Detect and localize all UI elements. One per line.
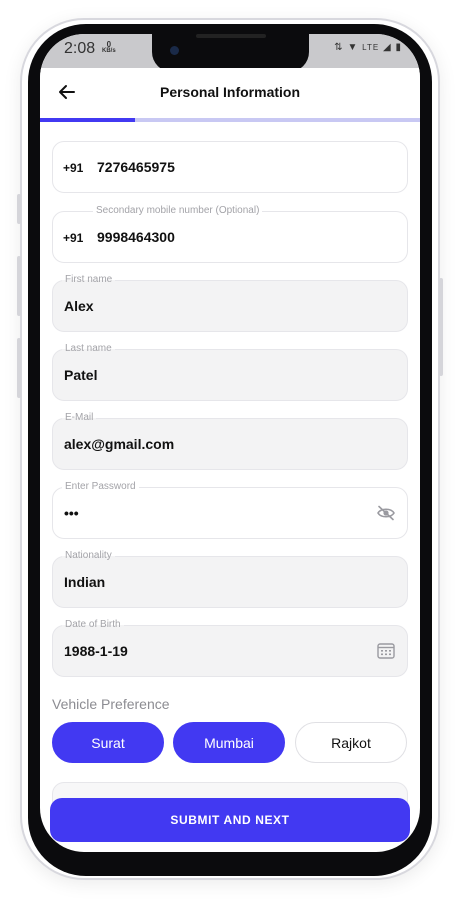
vehicle-option-rajkot[interactable]: Rajkot — [295, 722, 407, 763]
data-arrows-icon: ⇅ — [334, 42, 344, 53]
step-progress-bar — [40, 118, 420, 122]
phone-notch — [152, 34, 309, 72]
volume-down-button — [17, 338, 21, 398]
network-type: LTE — [362, 43, 380, 52]
wifi-icon: ▼ — [347, 42, 359, 53]
last-name-value: Patel — [64, 367, 98, 383]
nationality-label: Nationality — [62, 550, 115, 562]
power-button — [439, 278, 443, 376]
password-value: ••• — [64, 505, 79, 521]
app-screen: 2:08 0 KB/s ⇅ ▼ LTE ◢ ▮ Personal Informa… — [40, 34, 420, 852]
last-name-field[interactable]: Last name Patel — [52, 343, 408, 401]
vehicle-option-mumbai[interactable]: Mumbai — [173, 722, 285, 763]
mute-switch — [17, 194, 21, 224]
password-field[interactable]: Enter Password ••• — [52, 481, 408, 539]
status-icons: ⇅ ▼ LTE ◢ ▮ — [334, 42, 402, 53]
vehicle-preference-title: Vehicle Preference — [52, 696, 170, 712]
signal-icon: ◢ — [383, 42, 392, 53]
secondary-mobile-value: 9998464300 — [97, 229, 175, 245]
secondary-mobile-label: Secondary mobile number (Optional) — [93, 205, 263, 217]
network-speed-unit: KB/s — [102, 48, 116, 54]
earpiece-speaker — [196, 34, 266, 38]
volume-up-button — [17, 256, 21, 316]
network-speed: 0 KB/s — [102, 41, 116, 55]
first-name-value: Alex — [64, 298, 94, 314]
network-speed-value: 0 — [106, 40, 112, 49]
nationality-value: Indian — [64, 574, 106, 590]
vehicle-option-surat[interactable]: Surat — [52, 722, 164, 763]
battery-icon: ▮ — [395, 42, 402, 53]
first-name-label: First name — [62, 274, 116, 286]
secondary-mobile-field[interactable]: Secondary mobile number (Optional) +91 9… — [52, 205, 408, 263]
front-camera — [170, 46, 179, 55]
calendar-icon[interactable] — [377, 642, 395, 659]
email-value: alex@gmail.com — [64, 436, 175, 452]
primary-mobile-field[interactable]: +91 7276465975 — [52, 141, 408, 193]
country-code: +91 — [63, 231, 84, 245]
email-label: E-Mail — [62, 412, 97, 424]
password-label: Enter Password — [62, 481, 139, 493]
first-name-field[interactable]: First name Alex — [52, 274, 408, 332]
dob-field[interactable]: Date of Birth 1988-1-19 — [52, 619, 408, 677]
email-field[interactable]: E-Mail alex@gmail.com — [52, 412, 408, 470]
last-name-label: Last name — [62, 343, 115, 355]
country-code: +91 — [63, 161, 84, 175]
dob-value: 1988-1-19 — [64, 643, 128, 659]
status-time: 2:08 — [64, 40, 96, 57]
page-title: Personal Information — [159, 84, 301, 100]
step-progress-fill — [40, 118, 135, 122]
submit-and-next-button[interactable]: SUBMIT AND NEXT — [50, 798, 410, 842]
app-header: Personal Information — [40, 68, 420, 120]
nationality-field[interactable]: Nationality Indian — [52, 550, 408, 608]
primary-mobile-value: 7276465975 — [97, 159, 175, 175]
eye-off-icon[interactable] — [377, 505, 395, 521]
dob-label: Date of Birth — [62, 619, 124, 631]
